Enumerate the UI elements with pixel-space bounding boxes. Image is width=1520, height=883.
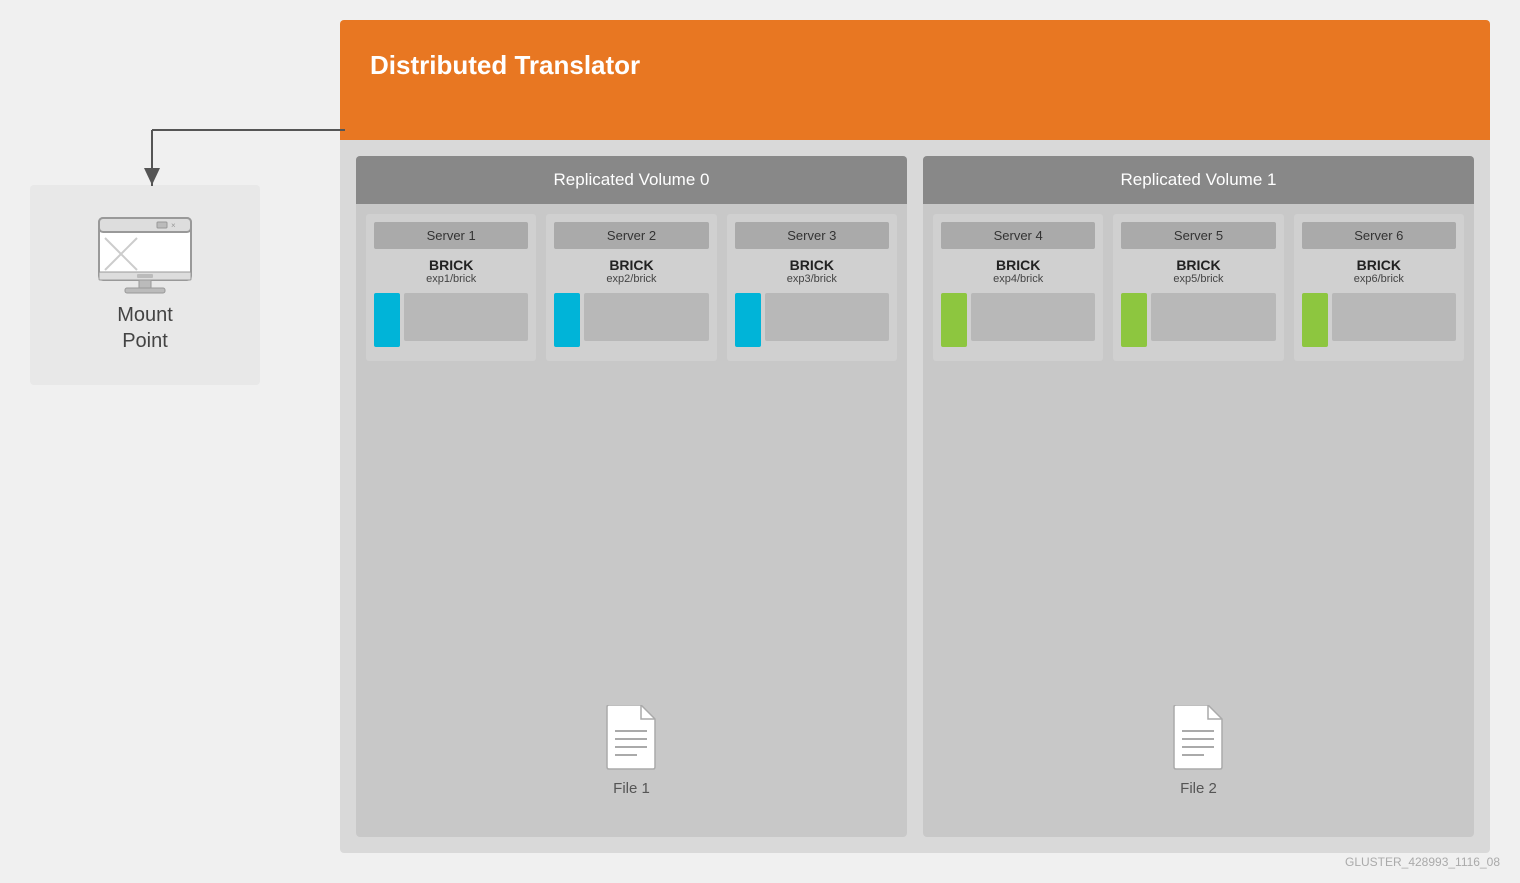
file-2-label: File 2 <box>1172 780 1226 797</box>
server-1-brick-label: BRICK <box>374 257 528 273</box>
server-3-box: Server 3 BRICK exp3/brick <box>727 214 897 361</box>
server-6-header: Server 6 <box>1302 222 1456 249</box>
computer-icon: × <box>97 216 193 294</box>
volume-1-header: Replicated Volume 1 <box>923 156 1474 204</box>
server-6-brick-colored <box>1302 293 1328 347</box>
server-4-brick-label: BRICK <box>941 257 1095 273</box>
server-2-brick-path: exp2/brick <box>554 273 708 285</box>
server-2-header: Server 2 <box>554 222 708 249</box>
svg-text:×: × <box>171 221 176 230</box>
server-4-box: Server 4 BRICK exp4/brick <box>933 214 1103 361</box>
file-1-container: File 1 <box>605 705 659 797</box>
server-1-brick-gray <box>404 293 528 341</box>
server-2-brick-label: BRICK <box>554 257 708 273</box>
server-4-header: Server 4 <box>941 222 1095 249</box>
server-6-brick-label: BRICK <box>1302 257 1456 273</box>
server-2-brick-colored <box>554 293 580 347</box>
server-4-brick-colored <box>941 293 967 347</box>
server-6-brick-path: exp6/brick <box>1302 273 1456 285</box>
server-5-brick-label: BRICK <box>1121 257 1275 273</box>
server-3-brick-label: BRICK <box>735 257 889 273</box>
server-5-box: Server 5 BRICK exp5/brick <box>1113 214 1283 361</box>
server-6-box: Server 6 BRICK exp6/brick <box>1294 214 1464 361</box>
distributed-translator-header: Distributed Translator <box>340 20 1490 140</box>
server-5-brick-gray <box>1151 293 1275 341</box>
server-2-brick-gray <box>584 293 708 341</box>
server-4-brick-gray <box>971 293 1095 341</box>
server-5-brick-path: exp5/brick <box>1121 273 1275 285</box>
mount-point-area: × MountPoint <box>30 185 260 385</box>
server-2-box: Server 2 BRICK exp2/brick <box>546 214 716 361</box>
mount-point-label: MountPoint <box>117 302 173 354</box>
server-5-brick-colored <box>1121 293 1147 347</box>
file-2-icon <box>1172 705 1226 771</box>
main-container: Distributed Translator <box>0 0 1520 883</box>
watermark: GLUSTER_428993_1116_08 <box>1345 855 1500 869</box>
server-3-brick-path: exp3/brick <box>735 273 889 285</box>
dt-body: Replicated Volume 0 Server 1 BRICK exp1/… <box>340 140 1490 853</box>
server-3-header: Server 3 <box>735 222 889 249</box>
file-2-container: File 2 <box>1172 705 1226 797</box>
dt-title: Distributed Translator <box>340 20 1490 111</box>
server-1-brick-colored <box>374 293 400 347</box>
replicated-volume-0: Replicated Volume 0 Server 1 BRICK exp1/… <box>356 156 907 837</box>
server-1-brick-path: exp1/brick <box>374 273 528 285</box>
server-4-brick-path: exp4/brick <box>941 273 1095 285</box>
volume-0-header: Replicated Volume 0 <box>356 156 907 204</box>
server-3-brick-gray <box>765 293 889 341</box>
server-1-box: Server 1 BRICK exp1/brick <box>366 214 536 361</box>
server-5-header: Server 5 <box>1121 222 1275 249</box>
server-6-brick-gray <box>1332 293 1456 341</box>
server-1-header: Server 1 <box>374 222 528 249</box>
server-3-brick-colored <box>735 293 761 347</box>
file-1-label: File 1 <box>605 780 659 797</box>
replicated-volume-1: Replicated Volume 1 Server 4 BRICK exp4/… <box>923 156 1474 837</box>
file-1-icon <box>605 705 659 771</box>
